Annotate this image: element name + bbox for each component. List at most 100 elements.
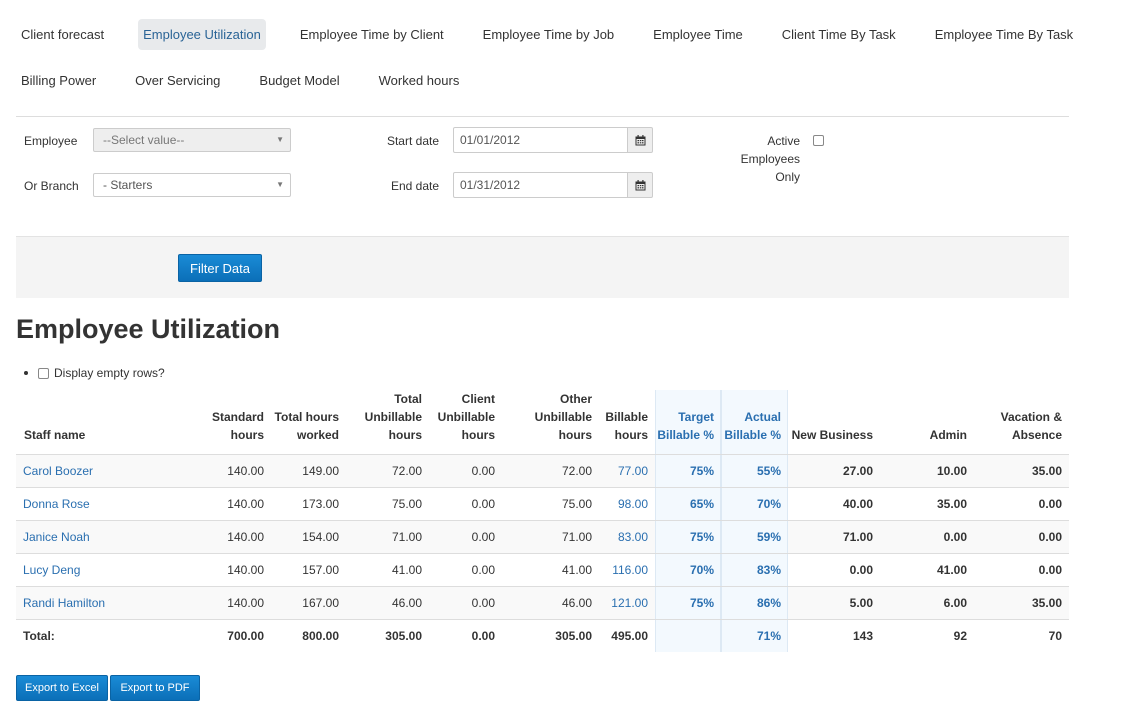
column-header: Staff name	[24, 428, 86, 442]
cell-value: 0.00	[471, 563, 495, 577]
cell-value: 0.00	[1038, 497, 1062, 511]
total-cell: 305.00	[346, 619, 429, 652]
tab-employee-utilization[interactable]: Employee Utilization	[138, 18, 266, 50]
start-date-input[interactable]: 01/01/2012	[453, 127, 629, 153]
table-row: Janice Noah 140.00 154.00 71.00 0.00 71.00 83.…	[16, 520, 1069, 554]
branch-select[interactable]: - Starters ▼	[93, 173, 291, 197]
employee-select-value: --Select value--	[103, 133, 185, 147]
cell-value: 35.00	[1031, 464, 1062, 478]
tab-client-time-by-task[interactable]: Client Time By Task	[777, 19, 901, 50]
table-cell: 140.00	[179, 454, 271, 488]
cell-value: 149.00	[302, 464, 339, 478]
cell-value: 75%	[689, 530, 714, 544]
tab-budget-model[interactable]: Budget Model	[254, 65, 344, 96]
staff-name-link[interactable]: Donna Rose	[23, 497, 90, 511]
cell-value: 140.00	[227, 464, 264, 478]
column-header: Admin	[929, 428, 967, 442]
staff-name-link[interactable]: Randi Hamilton	[23, 596, 105, 610]
total-cell: 92	[880, 619, 974, 652]
table-cell: Lucy Deng	[16, 553, 179, 587]
table-cell: 0.00	[974, 520, 1069, 554]
end-date-calendar-button[interactable]	[627, 172, 653, 198]
tab-employee-time[interactable]: Employee Time	[648, 19, 748, 50]
cell-value: 10.00	[936, 464, 967, 478]
tab-client-forecast[interactable]: Client forecast	[16, 19, 109, 50]
table-cell: 98.00	[599, 487, 655, 521]
cell-value: 154.00	[302, 530, 339, 544]
cell-value: 6.00	[943, 596, 967, 610]
calendar-icon	[635, 179, 645, 190]
billable-hours-link[interactable]: 83.00	[618, 530, 648, 544]
table-cell: 65%	[655, 487, 721, 521]
cell-value: 40.00	[842, 497, 873, 511]
billable-hours-link[interactable]: 116.00	[612, 563, 648, 577]
table-cell: 0.00	[429, 520, 502, 554]
total-cell: 495.00	[599, 619, 655, 652]
cell-value: 0.00	[943, 530, 967, 544]
tab-worked-hours[interactable]: Worked hours	[374, 65, 465, 96]
billable-hours-link[interactable]: 98.00	[618, 497, 648, 511]
divider	[16, 116, 1069, 117]
total-cell: Total:	[16, 619, 179, 652]
cell-value: 0.00	[471, 596, 495, 610]
total-cell: 143	[788, 619, 880, 652]
display-empty-rows: Display empty rows?	[24, 366, 165, 380]
table-cell: 71.00	[502, 520, 599, 554]
column-header: Client Unbillable hours	[437, 392, 495, 442]
table-cell: 55%	[721, 454, 788, 488]
table-cell: 167.00	[271, 586, 346, 620]
calendar-icon	[635, 134, 645, 145]
cell-value: 55%	[756, 464, 781, 478]
table-cell: 154.00	[271, 520, 346, 554]
total-cell	[655, 619, 721, 652]
table-cell: 27.00	[788, 454, 880, 488]
cell-value: 0.00	[471, 530, 495, 544]
display-empty-rows-checkbox[interactable]	[38, 367, 49, 379]
tab-employee-time-by-task[interactable]: Employee Time By Task	[930, 19, 1078, 50]
cell-value: 41.00	[936, 563, 967, 577]
tab-employee-time-by-client[interactable]: Employee Time by Client	[295, 19, 449, 50]
export-pdf-button[interactable]: Export to PDF	[110, 675, 200, 701]
table-cell: 0.00	[429, 454, 502, 488]
staff-name-link[interactable]: Carol Boozer	[23, 464, 93, 478]
tab-employee-time-by-job[interactable]: Employee Time by Job	[478, 19, 620, 50]
cell-value: 0.00	[471, 497, 495, 511]
active-employees-checkbox[interactable]	[813, 135, 824, 146]
total-cell: 800.00	[271, 619, 346, 652]
table-cell: Donna Rose	[16, 487, 179, 521]
cell-value: 46.00	[561, 596, 592, 610]
table-cell: 75.00	[502, 487, 599, 521]
table-cell: 86%	[721, 586, 788, 620]
table-cell: 5.00	[788, 586, 880, 620]
filter-data-button[interactable]: Filter Data	[178, 254, 262, 282]
table-cell: 83%	[721, 553, 788, 587]
table-cell: 0.00	[429, 553, 502, 587]
cell-value: 35.00	[1031, 596, 1062, 610]
start-date-calendar-button[interactable]	[627, 127, 653, 153]
billable-hours-link[interactable]: 77.00	[618, 464, 648, 478]
table-row: Donna Rose 140.00 173.00 75.00 0.00 75.00 98.0…	[16, 487, 1069, 521]
column-header: Total hours worked	[274, 410, 339, 442]
table-cell: 0.00	[429, 487, 502, 521]
table-cell: 0.00	[788, 553, 880, 587]
table-cell: 0.00	[429, 586, 502, 620]
cell-value: 83%	[756, 563, 781, 577]
cell-value: 41.00	[561, 563, 592, 577]
tab-billing-power[interactable]: Billing Power	[16, 65, 101, 96]
cell-value: 72.00	[391, 464, 422, 478]
staff-name-link[interactable]: Janice Noah	[23, 530, 90, 544]
column-header: Target Billable %	[655, 390, 721, 455]
staff-name-link[interactable]: Lucy Deng	[23, 563, 80, 577]
column-header: Other Unbillable hours	[534, 392, 592, 442]
end-date-input[interactable]: 01/31/2012	[453, 172, 629, 198]
table-cell: 173.00	[271, 487, 346, 521]
total-row: Total: 700.00 800.00 305.00 0.00 305.00 495.00…	[16, 619, 1069, 652]
billable-hours-link[interactable]: 121.00	[611, 596, 648, 610]
employee-select[interactable]: --Select value-- ▼	[93, 128, 291, 152]
table-cell: 35.00	[974, 454, 1069, 488]
export-excel-button[interactable]: Export to Excel	[16, 675, 108, 701]
tab-over-servicing[interactable]: Over Servicing	[130, 65, 225, 96]
cell-value: 0.00	[1038, 563, 1062, 577]
column-header: Standard hours	[211, 410, 264, 442]
table-cell: 140.00	[179, 553, 271, 587]
